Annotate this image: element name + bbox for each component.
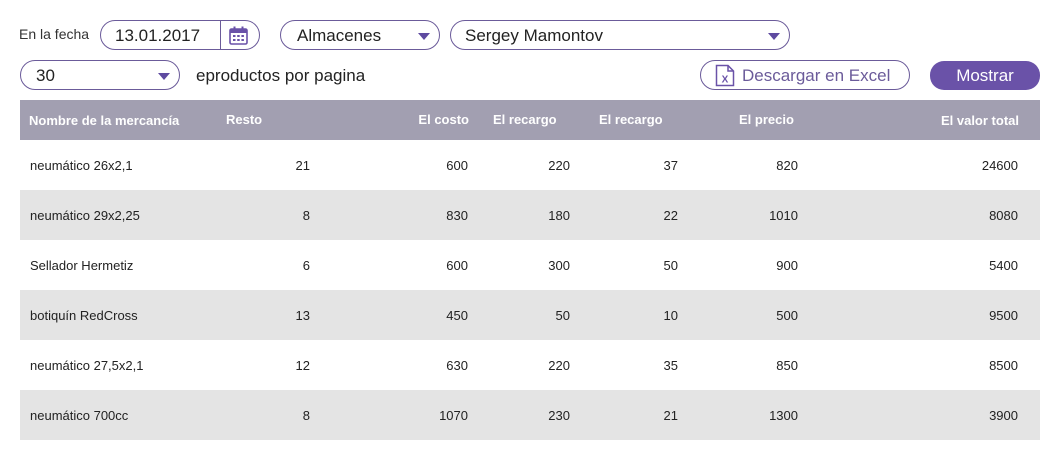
show-button-label: Mostrar xyxy=(956,65,1014,85)
cell-cost: 600 xyxy=(446,157,468,173)
svg-text:X: X xyxy=(722,75,729,86)
cell-markup-1: 50 xyxy=(555,307,570,323)
cell-stock: 8 xyxy=(302,207,310,223)
cell-name: botiquín RedCross xyxy=(30,307,138,323)
cell-price: 500 xyxy=(776,307,798,323)
cell-total: 24600 xyxy=(981,157,1018,173)
cell-price: 1300 xyxy=(769,407,798,423)
download-excel-button[interactable]: X Descargar en Excel xyxy=(700,60,910,90)
date-picker[interactable]: 13.01.2017 xyxy=(100,20,260,50)
excel-file-icon: X xyxy=(715,64,735,92)
cell-total: 8080 xyxy=(989,207,1018,223)
cell-markup-2: 37 xyxy=(663,157,678,173)
warehouse-value: Almacenes xyxy=(297,26,382,45)
cell-name: neumático 26x2,1 xyxy=(30,157,133,173)
table-row[interactable]: neumático 700cc 8 1070 230 21 1300 3900 xyxy=(20,390,1040,440)
table-row[interactable]: neumático 29x2,25 8 830 180 22 1010 8080 xyxy=(20,190,1040,240)
cell-markup-2: 10 xyxy=(663,307,678,323)
date-divider xyxy=(220,21,221,49)
cell-markup-1: 300 xyxy=(548,257,570,273)
per-page-select[interactable]: 30 xyxy=(20,60,180,90)
cell-stock: 21 xyxy=(295,157,310,173)
cell-markup-1: 180 xyxy=(548,207,570,223)
chevron-down-icon xyxy=(768,33,780,40)
cell-stock: 6 xyxy=(302,257,310,273)
header-name[interactable]: Nombre de la mercancía xyxy=(29,100,179,140)
cell-cost: 630 xyxy=(446,357,468,373)
table-row[interactable]: botiquín RedCross 13 450 50 10 500 9500 xyxy=(20,290,1040,340)
cell-markup-1: 220 xyxy=(548,157,570,173)
cell-markup-2: 21 xyxy=(663,407,678,423)
date-label: En la fecha xyxy=(19,26,90,42)
table-row[interactable]: neumático 27,5x2,1 12 630 220 35 850 850… xyxy=(20,340,1040,390)
cell-cost: 830 xyxy=(446,207,468,223)
cell-name: neumático 700cc xyxy=(30,407,129,423)
cell-total: 8500 xyxy=(989,357,1018,373)
header-cost[interactable]: El costo xyxy=(360,99,469,139)
per-page-value: 30 xyxy=(36,66,55,85)
cell-price: 900 xyxy=(776,257,798,273)
chevron-down-icon xyxy=(418,33,430,40)
cell-markup-2: 22 xyxy=(663,207,678,223)
cell-markup-1: 230 xyxy=(548,407,570,423)
cell-name: neumático 29x2,25 xyxy=(30,207,140,223)
header-stock[interactable]: Resto xyxy=(226,99,262,139)
cell-name: neumático 27,5x2,1 xyxy=(30,357,144,373)
per-page-label: eproductos por pagina xyxy=(196,66,366,85)
cell-cost: 450 xyxy=(446,307,468,323)
table-row[interactable]: neumático 26x2,1 21 600 220 37 820 24600 xyxy=(20,140,1040,190)
cell-cost: 600 xyxy=(446,257,468,273)
cell-stock: 12 xyxy=(295,357,310,373)
warehouse-select[interactable]: Almacenes xyxy=(280,20,440,50)
header-price[interactable]: El precio xyxy=(739,99,794,139)
user-value: Sergey Mamontov xyxy=(465,26,603,45)
header-markup-2[interactable]: El recargo xyxy=(599,99,663,139)
show-button[interactable]: Mostrar xyxy=(930,61,1040,90)
cell-markup-1: 220 xyxy=(548,357,570,373)
calendar-icon[interactable] xyxy=(229,26,248,50)
cell-total: 9500 xyxy=(989,307,1018,323)
date-input[interactable]: 13.01.2017 xyxy=(115,26,200,46)
cell-markup-2: 50 xyxy=(663,257,678,273)
user-select[interactable]: Sergey Mamontov xyxy=(450,20,790,50)
chevron-down-icon xyxy=(158,73,170,80)
download-excel-label: Descargar en Excel xyxy=(742,66,891,85)
cell-price: 850 xyxy=(776,357,798,373)
cell-total: 3900 xyxy=(989,407,1018,423)
cell-stock: 13 xyxy=(295,307,310,323)
header-markup-1[interactable]: El recargo xyxy=(493,99,557,139)
cell-cost: 1070 xyxy=(439,407,468,423)
products-table: Nombre de la mercancía Resto El costo El… xyxy=(20,100,1040,440)
cell-price: 820 xyxy=(776,157,798,173)
cell-total: 5400 xyxy=(989,257,1018,273)
cell-stock: 8 xyxy=(302,407,310,423)
cell-price: 1010 xyxy=(769,207,798,223)
table-header: Nombre de la mercancía Resto El costo El… xyxy=(20,100,1040,140)
cell-name: Sellador Hermetiz xyxy=(30,257,134,273)
header-total[interactable]: El valor total xyxy=(820,100,1019,140)
table-row[interactable]: Sellador Hermetiz 6 600 300 50 900 5400 xyxy=(20,240,1040,290)
cell-markup-2: 35 xyxy=(663,357,678,373)
